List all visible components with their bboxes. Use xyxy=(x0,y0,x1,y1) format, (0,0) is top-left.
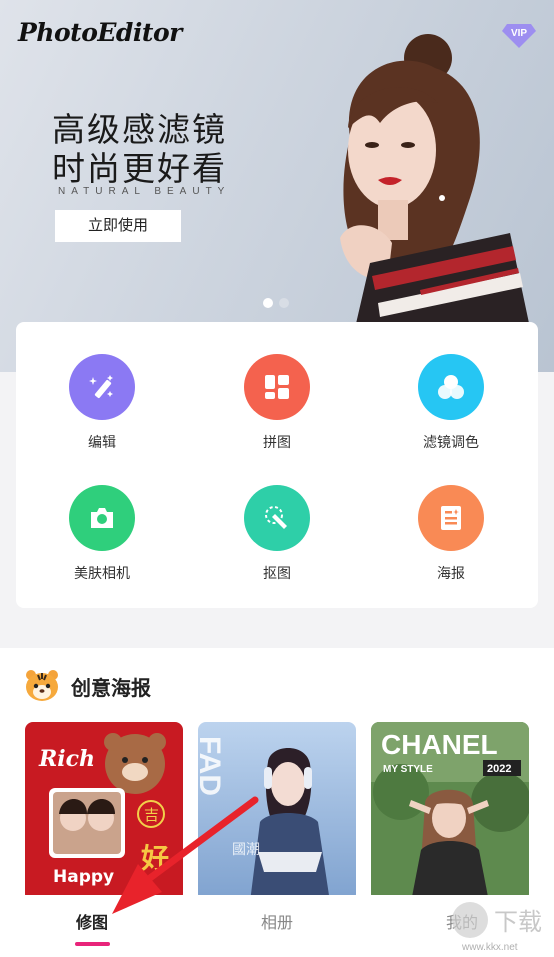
poster-text-happy: Happy xyxy=(53,867,114,887)
poster-text-fad: FAD xyxy=(198,736,226,796)
tool-poster[interactable]: 海报 xyxy=(396,485,506,605)
section-title: 创意海报 xyxy=(71,676,151,700)
tool-label: 编辑 xyxy=(88,435,116,451)
poster-thumbnail: CHANEL MY STYLE 2022 xyxy=(371,722,529,902)
poster-icon xyxy=(441,506,461,530)
cutout-circle xyxy=(244,485,310,551)
camera-circle xyxy=(69,485,135,551)
app-logo: PhotoEditor xyxy=(18,18,182,47)
hero-banner[interactable]: PhotoEditor VIP 高级感滤镜 时尚更好看 NATURAL BEAU… xyxy=(0,0,554,372)
collage-circle xyxy=(244,354,310,420)
poster-card[interactable]: CHANEL MY STYLE 2022 xyxy=(371,722,529,902)
camera-icon xyxy=(91,508,113,528)
filter-circle xyxy=(418,354,484,420)
tool-label: 美肤相机 xyxy=(74,566,130,582)
poster-circle xyxy=(418,485,484,551)
tab-album[interactable]: 相册 xyxy=(237,909,317,933)
tool-label: 抠图 xyxy=(263,566,291,582)
tool-filter[interactable]: 滤镜调色 xyxy=(396,354,506,474)
banner-headline: 高级感滤镜 时尚更好看 xyxy=(52,110,227,188)
active-tab-indicator xyxy=(75,942,110,946)
filter-icon xyxy=(438,375,464,399)
banner-pagination xyxy=(263,298,293,308)
banner-subline: NATURAL BEAUTY xyxy=(58,186,231,197)
headline-line-1: 高级感滤镜 xyxy=(52,110,227,149)
watermark-text: 下载 xyxy=(494,908,542,936)
tool-beauty-camera[interactable]: 美肤相机 xyxy=(47,485,157,605)
tool-cutout[interactable]: 抠图 xyxy=(222,485,332,605)
tool-grid: 编辑 拼图 滤镜调色 美肤相机 抠图 海报 xyxy=(16,322,538,608)
magic-wand-icon xyxy=(89,375,113,398)
edit-circle xyxy=(69,354,135,420)
collage-icon xyxy=(265,375,289,399)
poster-text-mystyle: MY STYLE xyxy=(383,764,433,775)
poster-text-ji: 吉 xyxy=(144,806,159,824)
poster-text-year: 2022 xyxy=(487,763,511,775)
watermark-url: www.kkx.net xyxy=(462,942,518,953)
poster-card[interactable]: Rich 吉 好 Happy xyxy=(25,722,183,902)
pagination-dot-active[interactable] xyxy=(263,298,273,308)
poster-text-guochao: 國潮 xyxy=(232,842,260,858)
poster-thumbnail: FAD 國潮 xyxy=(198,722,356,902)
cutout-icon xyxy=(265,506,287,529)
tool-label: 拼图 xyxy=(263,435,291,451)
poster-thumbnail: Rich 吉 好 Happy xyxy=(25,722,183,902)
pagination-dot[interactable] xyxy=(279,298,289,308)
poster-card[interactable]: FAD 國潮 xyxy=(198,722,356,902)
model-portrait xyxy=(340,34,530,328)
tool-label: 海报 xyxy=(437,566,465,582)
tool-label: 滤镜调色 xyxy=(423,435,479,451)
tool-collage[interactable]: 拼图 xyxy=(222,354,332,474)
tab-edit-photo[interactable]: 修图 xyxy=(52,909,132,933)
headline-line-2: 时尚更好看 xyxy=(52,149,227,188)
poster-text-rich: Rich xyxy=(38,746,95,772)
tool-edit[interactable]: 编辑 xyxy=(47,354,157,474)
poster-text-hao: 好 xyxy=(140,842,169,875)
poster-text-chanel: CHANEL xyxy=(381,729,498,760)
use-now-button[interactable]: 立即使用 xyxy=(55,210,181,242)
tiger-icon xyxy=(26,670,58,701)
